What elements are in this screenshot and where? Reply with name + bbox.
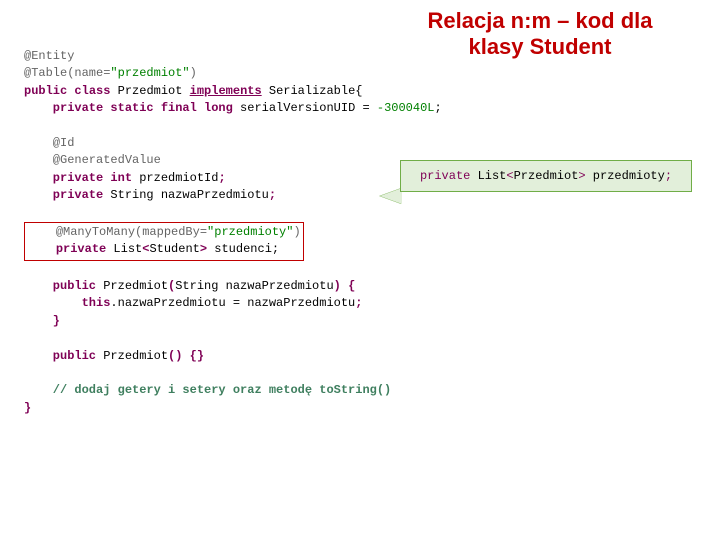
line4c: -300040L bbox=[377, 101, 435, 115]
box2a: private bbox=[56, 242, 106, 256]
line14a: public bbox=[24, 279, 96, 293]
line9a: private bbox=[24, 188, 103, 202]
line8b: przedmiotId bbox=[132, 171, 218, 185]
box2d: studenci; bbox=[207, 242, 279, 256]
line18a: public bbox=[24, 349, 96, 363]
line8c: ; bbox=[218, 171, 225, 185]
line14e: ) { bbox=[334, 279, 356, 293]
box2gt: > bbox=[200, 242, 207, 256]
line9c: ; bbox=[269, 188, 276, 202]
line15a: this bbox=[24, 296, 110, 310]
line3a: public bbox=[24, 84, 67, 98]
code-block: @Entity @Table(name="przedmiot") public … bbox=[24, 48, 442, 417]
line2c: ) bbox=[190, 66, 197, 80]
line4a: private static final long bbox=[24, 101, 233, 115]
box1a: @ManyToMany(mappedBy= bbox=[56, 225, 207, 239]
title-line2: klasy Student bbox=[468, 34, 611, 59]
line3d: implements bbox=[190, 84, 262, 98]
line4b: serialVersionUID = bbox=[233, 101, 377, 115]
line3c: Przedmiot bbox=[110, 84, 189, 98]
line2a: @Table(name= bbox=[24, 66, 110, 80]
line18c: () {} bbox=[168, 349, 204, 363]
callout-lt: < bbox=[506, 169, 513, 183]
line9b: String nazwaPrzedmiotu bbox=[103, 188, 269, 202]
line20: // dodaj getery i setery oraz metodę toS… bbox=[24, 383, 391, 397]
callout-type: Przedmiot bbox=[514, 169, 579, 183]
line14d: String nazwaPrzedmiotu bbox=[175, 279, 333, 293]
title-line1: Relacja n:m – kod dla bbox=[428, 8, 653, 33]
box2c: Student bbox=[149, 242, 199, 256]
line3e: Serializable{ bbox=[262, 84, 363, 98]
line16: } bbox=[24, 314, 60, 328]
line3b: class bbox=[67, 84, 110, 98]
callout-var: przedmioty bbox=[586, 169, 665, 183]
line8a: private int bbox=[24, 171, 132, 185]
callout-rest: List bbox=[470, 169, 506, 183]
line14b: Przedmiot bbox=[96, 279, 168, 293]
callout-gt: > bbox=[578, 169, 585, 183]
callout-semi: ; bbox=[665, 169, 672, 183]
line7: @GeneratedValue bbox=[24, 153, 161, 167]
line2b: "przedmiot" bbox=[110, 66, 189, 80]
line4d: ; bbox=[434, 101, 441, 115]
box2b: List bbox=[106, 242, 142, 256]
line15b: .nazwaPrzedmiotu = nazwaPrzedmiotu bbox=[110, 296, 355, 310]
line18b: Przedmiot bbox=[96, 349, 168, 363]
box1b: "przedmioty" bbox=[207, 225, 293, 239]
callout-box: private List<Przedmiot> przedmioty; bbox=[400, 160, 692, 192]
line15c: ; bbox=[355, 296, 362, 310]
line6: @Id bbox=[24, 136, 74, 150]
line21: } bbox=[24, 401, 31, 415]
line1: @Entity bbox=[24, 49, 74, 63]
box1c: ) bbox=[293, 225, 300, 239]
highlighted-box: @ManyToMany(mappedBy="przedmioty") priva… bbox=[24, 222, 304, 261]
